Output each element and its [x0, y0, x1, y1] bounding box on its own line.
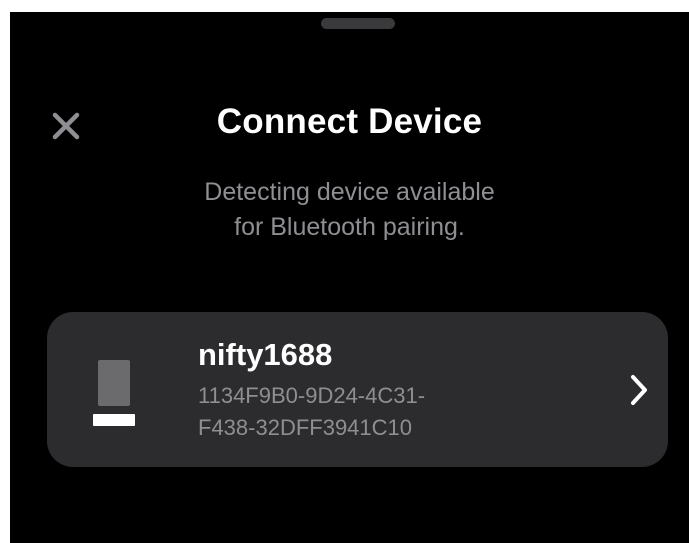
device-list-item[interactable]: nifty1688 1134F9B0-9D24-4C31- F438-32DFF… — [47, 312, 668, 467]
chevron-right-icon — [631, 375, 647, 405]
page-title: Connect Device — [216, 102, 483, 141]
device-icon — [93, 360, 135, 426]
connect-device-sheet: Connect Device Detecting device availabl… — [10, 12, 689, 543]
device-icon-base — [93, 414, 135, 426]
sheet-grabber-handle[interactable] — [321, 18, 395, 29]
device-icon-screen — [98, 360, 130, 406]
device-uuid-line-1: 1134F9B0-9D24-4C31- — [198, 383, 426, 408]
device-uuid-line-2: F438-32DFF3941C10 — [198, 415, 413, 440]
device-name: nifty1688 — [198, 337, 333, 372]
device-uuid: 1134F9B0-9D24-4C31- F438-32DFF3941C10 — [198, 380, 425, 444]
subtitle-line-2: for Bluetooth pairing. — [234, 213, 465, 241]
page-subtitle: Detecting device available for Bluetooth… — [10, 175, 689, 245]
subtitle-line-1: Detecting device available — [204, 178, 495, 206]
